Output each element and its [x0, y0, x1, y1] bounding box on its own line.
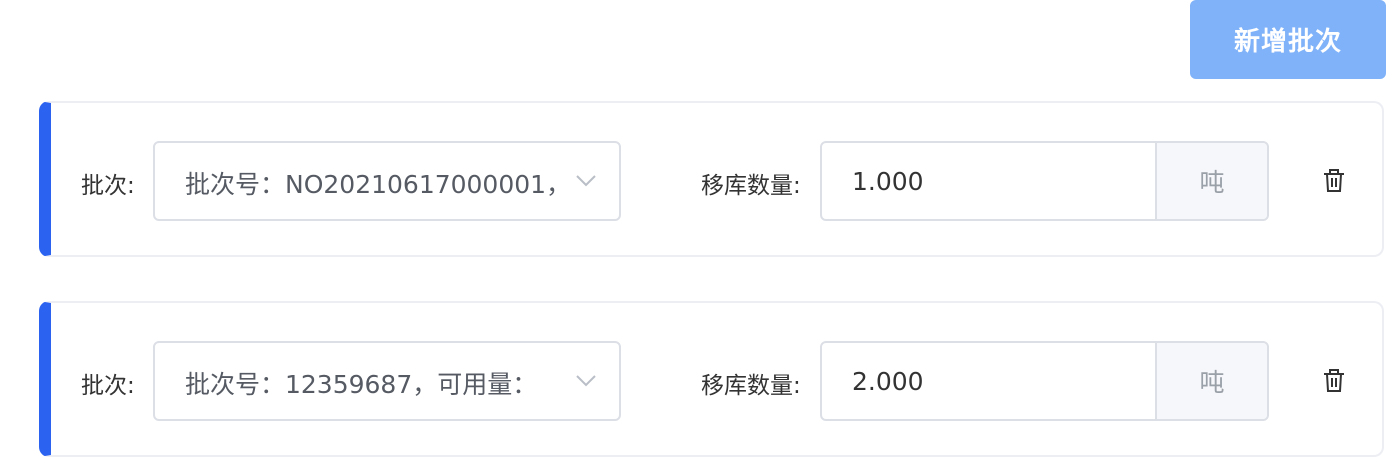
transfer-quantity-label: 移库数量: [701, 173, 801, 199]
unit-append: 吨 [1155, 343, 1267, 419]
trash-icon[interactable] [1323, 169, 1345, 193]
transfer-quantity-group: 吨 [820, 341, 1269, 421]
batch-card: 批次: 批次号：12359687，可用量： 移库数量: 吨 [39, 301, 1384, 457]
batch-select-value: 批次号：NO20210617000001，可用量： [185, 170, 565, 199]
batch-label: 批次: [81, 373, 135, 399]
transfer-quantity-input[interactable] [822, 343, 1158, 419]
add-batch-button[interactable]: 新增批次 [1190, 0, 1386, 79]
batch-label: 批次: [81, 173, 135, 199]
batch-transfer-panel: 新增批次 批次: 批次号：NO20210617000001，可用量： 移库数量:… [0, 0, 1388, 458]
batch-select-value: 批次号：12359687，可用量： [185, 370, 538, 399]
trash-icon[interactable] [1323, 369, 1345, 393]
batch-select[interactable]: 批次号：NO20210617000001，可用量： [153, 141, 621, 221]
unit-append: 吨 [1155, 143, 1267, 219]
transfer-quantity-input[interactable] [822, 143, 1158, 219]
chevron-down-icon [576, 175, 596, 187]
transfer-quantity-group: 吨 [820, 141, 1269, 221]
chevron-down-icon [576, 375, 596, 387]
batch-card: 批次: 批次号：NO20210617000001，可用量： 移库数量: 吨 [39, 101, 1384, 257]
batch-select[interactable]: 批次号：12359687，可用量： [153, 341, 621, 421]
transfer-quantity-label: 移库数量: [701, 373, 801, 399]
